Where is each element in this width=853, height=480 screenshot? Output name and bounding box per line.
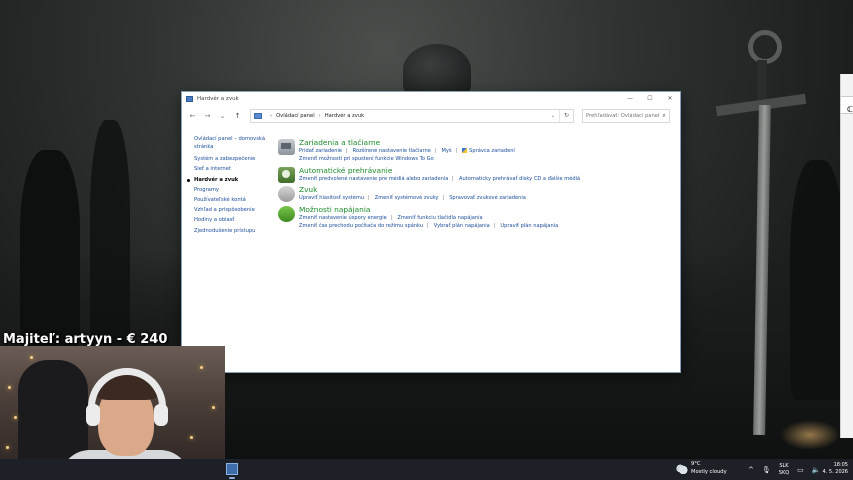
section-title[interactable]: Automatické prehrávanie bbox=[299, 166, 678, 175]
link-power-button[interactable]: Zmeniť funkciu tlačidla napájania bbox=[397, 215, 482, 221]
address-bar[interactable]: › Ovládací panel › Hardvér a zvuk ⌄ ↻ bbox=[250, 109, 574, 123]
link-manage-audio-devices[interactable]: Spravovať zvukové zariadenia bbox=[449, 195, 526, 201]
weather-widget[interactable]: 9°C Mostly cloudy bbox=[676, 461, 727, 476]
nav-ease-of-access[interactable]: Zjednodušenie prístupu bbox=[194, 226, 272, 236]
search-box[interactable]: ⌕ bbox=[582, 109, 670, 123]
printer-icon[interactable] bbox=[278, 139, 295, 155]
search-icon[interactable]: ⌕ bbox=[659, 112, 669, 120]
offscreen-window-edge[interactable]: ℂ bbox=[840, 74, 853, 438]
autoplay-icon[interactable] bbox=[278, 166, 295, 183]
link-adjust-volume[interactable]: Upraviť hlasitosť systému bbox=[299, 195, 364, 201]
cloud-icon bbox=[676, 463, 688, 474]
chevron-up-icon[interactable]: ^ bbox=[748, 466, 754, 474]
speaker-icon[interactable] bbox=[278, 186, 295, 203]
section-power-options: Možnosti napájania Zmeniť nastavenie úsp… bbox=[278, 205, 678, 231]
link-sleep-time[interactable]: Zmeniť čas prechodu počítača do režimu s… bbox=[299, 223, 423, 229]
breadcrumb-sep-icon: › bbox=[270, 113, 273, 119]
webcam-fairy-light bbox=[190, 436, 193, 439]
title-bar[interactable]: Hardvér a zvuk — ☐ ✕ bbox=[182, 92, 680, 106]
clock-time: 18:05 bbox=[833, 462, 848, 468]
power-icon[interactable] bbox=[278, 205, 295, 222]
webcam-fairy-light bbox=[6, 446, 9, 449]
maximize-button[interactable]: ☐ bbox=[640, 92, 660, 106]
left-nav: Ovládací panel – domovská stránka Systém… bbox=[187, 136, 272, 236]
link-windows-to-go[interactable]: Zmeniť možnosti pri spustení funkcie Win… bbox=[299, 156, 434, 162]
stream-owner-label: Majiteľ: artyyn - € 240 bbox=[3, 332, 168, 347]
webcam-fairy-light bbox=[14, 416, 17, 419]
section-title[interactable]: Zvuk bbox=[299, 185, 678, 194]
navigation-bar: ← → ⌄ ↑ › Ovládací panel › Hardvér a zvu… bbox=[182, 106, 680, 126]
section-autoplay: Automatické prehrávanie Zmeniť predvolen… bbox=[278, 166, 678, 183]
clock[interactable]: 18:05 4. 5. 2026 bbox=[820, 462, 848, 476]
taskbar-active-indicator bbox=[229, 477, 235, 479]
system-tray: ^ 🎙 SLK SKQ ▭ 🔈 bbox=[748, 459, 821, 480]
control-panel-window[interactable]: Hardvér a zvuk — ☐ ✕ ← → ⌄ ↑ › Ovládací … bbox=[181, 91, 681, 373]
section-title[interactable]: Možnosti napájania bbox=[299, 205, 678, 214]
link-edit-power-plan[interactable]: Upraviť plán napájania bbox=[500, 223, 558, 229]
section-devices-printers: Zariadenia a tlačiarne Pridať zariadenie… bbox=[278, 138, 678, 164]
nav-user-accounts[interactable]: Používateľské kontá bbox=[194, 195, 272, 205]
nav-system-security[interactable]: Systém a zabezpečenie bbox=[194, 154, 272, 164]
wallpaper-tree bbox=[790, 160, 845, 400]
up-button[interactable]: ↑ bbox=[231, 109, 244, 123]
microphone-icon[interactable]: 🎙 bbox=[762, 466, 771, 474]
window-title: Hardvér a zvuk bbox=[197, 96, 239, 102]
wallpaper-sword-grip bbox=[757, 60, 767, 102]
breadcrumb-hardware-sound[interactable]: Hardvér a zvuk bbox=[325, 113, 364, 119]
keyboard-layout-code: SKQ bbox=[778, 469, 790, 476]
nav-appearance[interactable]: Vzhľad a prispôsobenie bbox=[194, 205, 272, 215]
language-indicator[interactable]: SLK SKQ bbox=[779, 463, 789, 476]
link-choose-power-plan[interactable]: Vybrať plán napájania bbox=[434, 223, 490, 229]
control-panel-icon bbox=[254, 113, 262, 119]
shield-icon bbox=[462, 148, 468, 153]
wallpaper-glow bbox=[780, 420, 840, 450]
headphone-cup bbox=[86, 404, 100, 426]
forward-button[interactable]: → bbox=[201, 109, 214, 123]
wallpaper-tree bbox=[90, 120, 130, 350]
webcam-fairy-light bbox=[30, 356, 33, 359]
weather-desc: Mostly cloudy bbox=[691, 468, 727, 475]
link-media-defaults[interactable]: Zmeniť predvolené nastavenie pre médiá a… bbox=[299, 176, 448, 182]
section-title[interactable]: Zariadenia a tlačiarne bbox=[299, 138, 678, 147]
weather-temp: 9°C bbox=[691, 461, 701, 467]
chevron-down-icon[interactable]: ⌄ bbox=[547, 113, 559, 119]
webcam-fairy-light bbox=[200, 366, 203, 369]
search-input[interactable] bbox=[586, 113, 660, 119]
wallpaper-sword-pommel bbox=[748, 30, 782, 64]
network-icon[interactable]: ▭ bbox=[797, 466, 804, 474]
control-panel-icon bbox=[186, 96, 193, 102]
clock-date: 4. 5. 2026 bbox=[822, 469, 848, 475]
wallpaper-helmet bbox=[403, 44, 471, 96]
nav-hardware-sound[interactable]: Hardvér a zvuk bbox=[187, 175, 272, 185]
webcam-fairy-light bbox=[8, 386, 11, 389]
section-sound: Zvuk Upraviť hlasitosť systému Zmeniť sy… bbox=[278, 185, 678, 203]
link-power-saving[interactable]: Zmeniť nastavenie úspory energie bbox=[299, 215, 387, 221]
breadcrumb-control-panel[interactable]: Ovládací panel bbox=[276, 113, 315, 119]
headphone-cup bbox=[154, 404, 168, 426]
nav-programs[interactable]: Programy bbox=[194, 185, 272, 195]
content-area: Zariadenia a tlačiarne Pridať zariadenie… bbox=[278, 138, 678, 232]
link-system-sounds[interactable]: Zmeniť systémové zvuky bbox=[375, 195, 439, 201]
taskbar: 9°C Mostly cloudy ^ 🎙 SLK SKQ ▭ 🔈 18:05 … bbox=[0, 459, 853, 480]
back-button[interactable]: ← bbox=[186, 109, 199, 123]
nav-clock-region[interactable]: Hodiny a oblasť bbox=[194, 215, 272, 225]
refresh-icon[interactable]: ↻ bbox=[559, 110, 573, 122]
close-button[interactable]: ✕ bbox=[660, 92, 680, 106]
minimize-button[interactable]: — bbox=[620, 92, 640, 106]
wallpaper-tree bbox=[20, 150, 80, 350]
recent-locations-button[interactable]: ⌄ bbox=[216, 109, 229, 123]
link-autoplay-cds[interactable]: Automaticky prehrávať disky CD a ďalšie … bbox=[459, 176, 580, 182]
link-advanced-printer-setup[interactable]: Rozšírené nastavenie tlačiarne bbox=[353, 148, 431, 154]
control-panel-taskbar-icon[interactable] bbox=[226, 463, 238, 475]
webcam-fairy-light bbox=[212, 406, 215, 409]
nav-control-panel-home[interactable]: Ovládací panel – domovská stránka bbox=[194, 136, 272, 151]
language-code: SLK bbox=[779, 463, 789, 469]
link-add-device[interactable]: Pridať zariadenie bbox=[299, 148, 342, 154]
link-device-manager[interactable]: Správca zariadení bbox=[469, 148, 515, 154]
nav-network-internet[interactable]: Sieť a internet bbox=[194, 164, 272, 174]
breadcrumb-sep-icon: › bbox=[318, 113, 321, 119]
link-mouse[interactable]: Myš bbox=[441, 148, 451, 154]
